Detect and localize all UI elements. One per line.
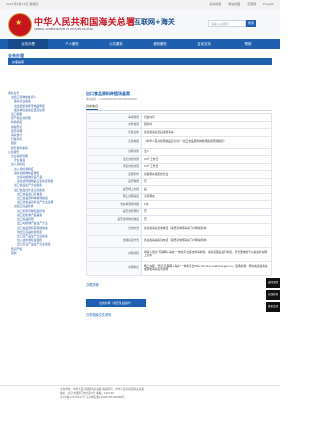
info-value: 各直属海关及其隶属海关 xyxy=(141,128,272,137)
nav-item-my-services[interactable]: 我的服务 xyxy=(140,39,180,49)
process-heading: 办理流程 xyxy=(86,282,99,287)
info-key: 是否收费 xyxy=(86,177,142,186)
info-row: 办理地点 网上办理：登录"互联网+海关"一体化平台http://online.cu… xyxy=(86,260,272,276)
info-value: 否 xyxy=(141,215,272,224)
info-value: 法人 xyxy=(141,147,272,156)
back-to-top-button[interactable]: 返回顶部 xyxy=(266,278,280,288)
top-links: 海关信箱 网站地图 无障碍 English xyxy=(203,2,274,6)
site-footer: 主办单位：中华人民共和国海关总署 版权所有：中华人民共和国海关总署 地址：北京市… xyxy=(60,388,230,400)
info-key: 办理对象 xyxy=(86,147,142,156)
info-key: 实施主体 xyxy=(86,128,142,137)
info-value: 即办件 xyxy=(141,120,272,129)
info-row: 是否支持物流快递否 xyxy=(86,215,272,224)
info-key: 实施依据 xyxy=(86,135,142,149)
info-key: 到办事现场次数 xyxy=(86,200,142,209)
info-key: 监督投诉方式 xyxy=(86,234,142,248)
info-row: 监督投诉方式 各直属海关投诉电话（请登录中国海关门户网站查询） xyxy=(86,234,272,248)
info-key: 是否支持预约 xyxy=(86,207,142,216)
tab-basic-info[interactable]: 基本信息 xyxy=(86,104,99,110)
info-row: 受理条件 具备相关资质的企业 xyxy=(86,170,272,179)
nav-item-public[interactable]: 公共服务 xyxy=(96,39,136,49)
info-key: 法定办结时限 xyxy=(86,155,142,164)
info-row: 事项类型 行政许可 xyxy=(86,113,272,122)
sitemap-link[interactable]: 网站地图 xyxy=(228,2,240,6)
search-input[interactable]: 请输入关键字 xyxy=(208,20,246,27)
site-title-cn: 中华人民共和国海关总署 xyxy=(34,18,136,28)
info-row: 是否支持预约否 xyxy=(86,207,272,216)
info-value: 全程网办 xyxy=(141,192,272,201)
info-key: 办件类型 xyxy=(86,120,142,129)
guide-files-heading: 办事指南文件资料 xyxy=(86,312,112,317)
info-key: 办理流程 xyxy=(86,246,142,262)
footer-line-3: 京ICP备17015317号 京公网安备11040102700068号 xyxy=(60,396,125,399)
info-value: 0次 xyxy=(141,200,272,209)
info-row: 办件类型 即办件 xyxy=(86,120,272,129)
section-header: 业务办理 办事指南 xyxy=(8,53,272,66)
info-value: 是 xyxy=(141,185,272,194)
sidebar-tree: 通关业务 进出口货物收发货人 报关企业备案 进出境旅客携带物品申报 报关单位备案变更及注… xyxy=(8,91,78,255)
apply-online-button[interactable]: 在线办理（需登录后操作） xyxy=(86,298,146,307)
info-row: 法定办结时限 20个工作日 xyxy=(86,155,272,164)
footer-divider xyxy=(0,385,280,386)
info-key: 受理条件 xyxy=(86,170,142,179)
info-value: 网上办理：登录"互联网+海关"一体化平台http://online.custom… xyxy=(141,260,272,276)
sidebar-item[interactable]: 其他 xyxy=(8,251,78,255)
mailbox-link[interactable]: 海关信箱 xyxy=(209,2,221,6)
info-row: 网上办理深度 全程网办 xyxy=(86,192,272,201)
info-value: 具备相关资质的企业 xyxy=(141,170,272,179)
main-content: 出口食品原料种植场备案 事项编码：11000000000000000000000… xyxy=(86,91,272,317)
info-value: 行政许可 xyxy=(141,113,272,122)
guide-bar: 办事指南 xyxy=(8,58,272,65)
divider xyxy=(86,110,272,111)
platform-name: 互联网+海关 xyxy=(134,18,175,26)
info-value: 申请人通过"互联网+海关"一体化平台提交申请材料，海关受理后进行审核，符合要求的… xyxy=(141,246,272,262)
english-link[interactable]: English xyxy=(263,2,274,6)
info-value: 各直属海关咨询电话（请登录中国海关门户网站查询） xyxy=(141,222,272,236)
guide-bar-label: 办事指南 xyxy=(12,59,25,64)
info-value: 《中华人民共和国食品安全法》《出口食品原料种植场备案管理规定》 xyxy=(141,135,272,149)
national-emblem-icon: ★ xyxy=(8,13,32,37)
info-row: 办理流程 申请人通过"互联网+海关"一体化平台提交申请材料，海关受理后进行审核，符… xyxy=(86,246,272,262)
info-key: 办理地点 xyxy=(86,260,142,276)
info-value: 各直属海关投诉电话（请登录中国海关门户网站查询） xyxy=(141,234,272,248)
feedback-button[interactable]: 意见反馈 xyxy=(266,302,280,312)
info-key: 网上办理深度 xyxy=(86,192,142,201)
info-key: 事项类型 xyxy=(86,113,142,122)
nav-item-help[interactable]: 帮助 xyxy=(228,39,268,49)
info-row: 办理对象 法人 xyxy=(86,147,272,156)
info-key: 是否支持物流快递 xyxy=(86,215,142,224)
nav-item-personal[interactable]: 个人服务 xyxy=(52,39,92,49)
accessibility-link[interactable]: 无障碍 xyxy=(247,2,256,6)
nav-item-interaction[interactable]: 互动交流 xyxy=(184,39,224,49)
online-consult-button[interactable]: 在线咨询 xyxy=(266,290,280,300)
info-value: 20个工作日 xyxy=(141,155,272,164)
info-key: 咨询方式 xyxy=(86,222,142,236)
site-title-en: GENERAL ADMINISTRATION OF CUSTOMS P.R.CH… xyxy=(34,28,94,31)
info-row: 是否网上办理是 xyxy=(86,185,272,194)
info-table: 事项类型 行政许可 办件类型 即办件 实施主体 各直属海关及其隶属海关 实施依据 《中华人民共… xyxy=(86,113,272,276)
nav-item-business[interactable]: 业务办理 xyxy=(8,39,48,49)
current-date: 2021年6月24日 星期四 xyxy=(6,2,39,6)
main-nav: 业务办理 个人服务 公共服务 我的服务 互动交流 帮助 xyxy=(0,39,280,49)
info-value: 否 xyxy=(141,177,272,186)
info-key: 承诺办结时限 xyxy=(86,162,142,171)
info-value: 10个工作日 xyxy=(141,162,272,171)
info-row: 承诺办结时限 10个工作日 xyxy=(86,162,272,171)
info-row: 实施主体 各直属海关及其隶属海关 xyxy=(86,128,272,137)
info-key: 是否网上办理 xyxy=(86,185,142,194)
search-button[interactable]: 搜索 xyxy=(246,20,256,27)
site-header: ★ 中华人民共和国海关总署 GENERAL ADMINISTRATION OF … xyxy=(0,9,280,39)
info-value: 否 xyxy=(141,207,272,216)
item-code: 事项编码：11000000000000000000000 xyxy=(86,98,137,101)
info-row: 到办事现场次数 0次 xyxy=(86,200,272,209)
info-row: 是否收费否 xyxy=(86,177,272,186)
info-row: 咨询方式 各直属海关咨询电话（请登录中国海关门户网站查询） xyxy=(86,222,272,236)
info-row: 实施依据 《中华人民共和国食品安全法》《出口食品原料种植场备案管理规定》 xyxy=(86,135,272,149)
